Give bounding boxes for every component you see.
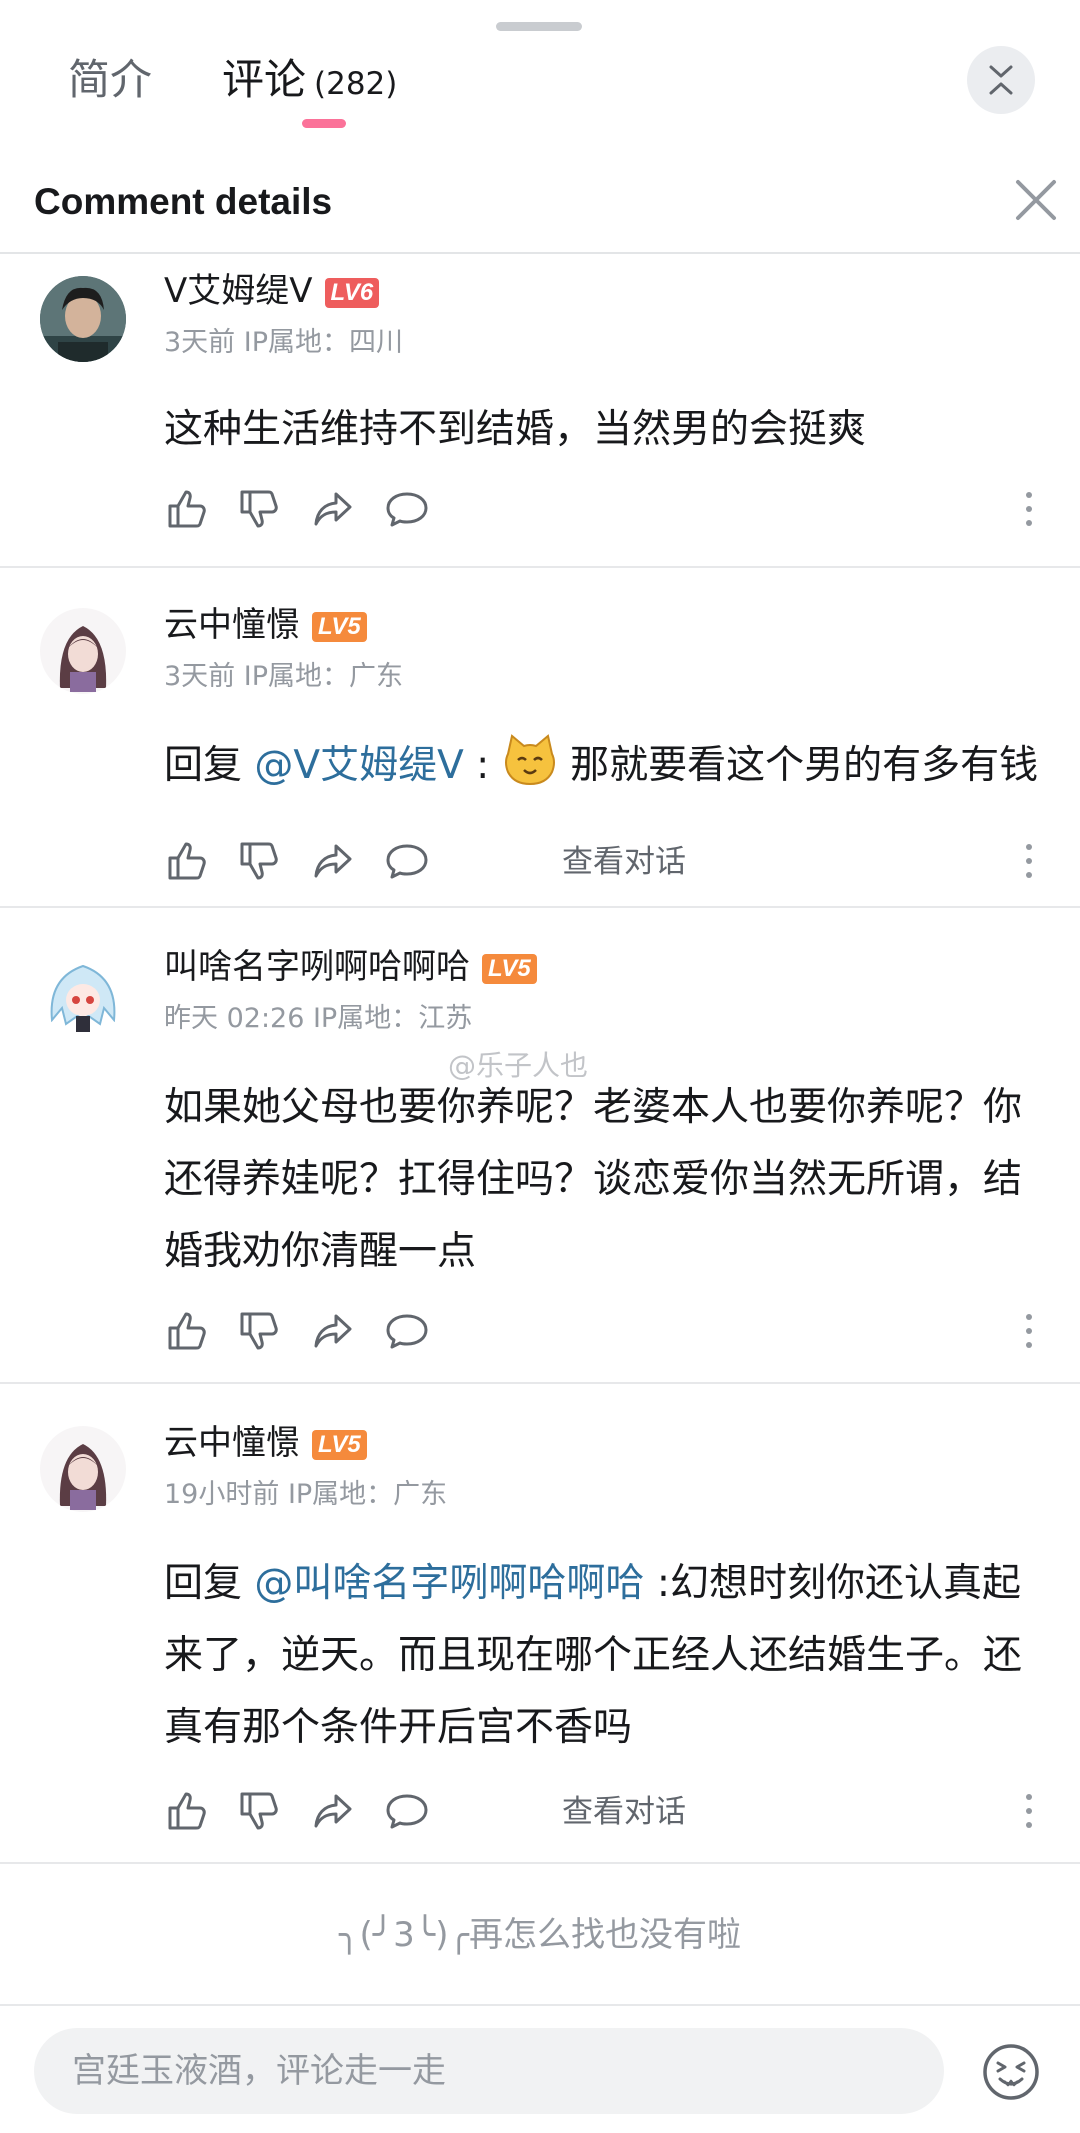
end-of-list-message: ╮(╯3╰)╭再怎么找也没有啦 [338,1915,742,1955]
avatar-image [40,276,126,362]
share-icon[interactable] [310,1308,356,1354]
comment-meta: 昨天 02:26 IP属地：江苏 [164,1003,473,1034]
share-icon[interactable] [310,1788,356,1834]
comment-item: V艾姆缇V LV6 3天前 IP属地：四川 这种生活维持不到结婚，当然男的会挺爽 [0,254,1080,568]
cat-emoji-icon [504,734,555,786]
tab-bar: 简介 评论 (282) [0,0,1080,150]
more-vertical-icon[interactable] [1014,838,1044,884]
comment-count: (282) [314,66,398,102]
comment-actions: 查看对话 [164,1788,1064,1838]
comment-actions: 查看对话 [164,838,1064,888]
reply-prefix: 回复 [164,1561,255,1606]
reply-text: 那就要看这个男的有多有钱 [570,743,1039,788]
avatar[interactable] [40,1426,126,1512]
view-conversation-link[interactable]: 查看对话 [562,840,686,884]
avatar-image [40,608,126,694]
comment-input-placeholder: 宫廷玉液酒，评论走一走 [72,2051,446,2091]
mention-link[interactable]: @V艾姆缇V [254,743,463,788]
reply-prefix: 回复 [164,743,255,788]
level-badge: LV6 [324,277,380,308]
comment-actions [164,486,1064,536]
watermark: @乐子人也 [448,1049,589,1082]
more-vertical-icon[interactable] [1014,1788,1044,1834]
more-vertical-icon[interactable] [1014,486,1044,532]
comment-bubble-icon[interactable] [384,1308,430,1354]
thumbs-up-icon[interactable] [164,1788,210,1834]
tab-comments-label: 评论 [222,55,307,104]
thumbs-up-icon[interactable] [164,486,210,532]
tab-comments[interactable]: 评论 (282) [222,52,397,112]
level-badge: LV5 [482,953,537,984]
username-text: 云中憧憬 [164,1423,300,1463]
comment-actions [164,1308,1064,1358]
tab-intro[interactable]: 简介 [68,52,152,108]
thumbs-up-icon[interactable] [164,838,210,884]
comment-sheet: 简介 评论 (282) Comment details V艾姆缇V LV6 3天… [0,0,1080,2133]
active-tab-indicator [302,119,346,128]
chevron-collapse-icon [989,65,1013,95]
username[interactable]: 云中憧憬 LV5 [164,1420,367,1466]
username-text: 叫啥名字咧啊哈啊哈 [164,947,470,987]
comment-text: 如果她父母也要你养呢？老婆本人也要你养呢？你还得养娃呢？扛得住吗？谈恋爱你当然无… [164,1085,1023,1274]
avatar[interactable] [40,276,126,362]
avatar[interactable] [40,608,126,694]
thumbs-down-icon[interactable] [236,838,282,884]
comment-meta: 3天前 IP属地：四川 [164,327,404,358]
thumbs-up-icon[interactable] [164,1308,210,1354]
comment-composer: 宫廷玉液酒，评论走一走 [0,2004,1080,2133]
close-icon[interactable] [1010,174,1062,226]
avatar-image [40,950,126,1036]
username[interactable]: 云中憧憬 LV5 [164,602,367,648]
view-conversation-link[interactable]: 查看对话 [562,1790,686,1834]
share-icon[interactable] [310,838,356,884]
comment-item: 云中憧憬 LV5 19小时前 IP属地：广东 回复 @叫啥名字咧啊哈啊哈 :幻想时… [0,1384,1080,1864]
thumbs-down-icon[interactable] [236,486,282,532]
page-title: Comment details [34,181,333,222]
comment-item: 叫啥名字咧啊哈啊哈 LV5 昨天 02:26 IP属地：江苏 如果她父母也要你养呢… [0,908,1080,1384]
comment-meta: 3天前 IP属地：广东 [164,661,404,692]
comment-bubble-icon[interactable] [384,838,430,884]
username[interactable]: V艾姆缇V LV6 [164,268,380,314]
comment-input[interactable]: 宫廷玉液酒，评论走一走 [34,2028,944,2114]
comment-text: 回复 @V艾姆缇V : 那就要看这个男的有多有钱 [164,730,1064,802]
thumbs-down-icon[interactable] [236,1308,282,1354]
level-badge: LV5 [312,611,367,642]
username-text: V艾姆缇V [164,271,313,311]
emoji-icon[interactable] [980,2041,1042,2103]
avatar[interactable] [40,950,126,1036]
comment-text: 回复 @叫啥名字咧啊哈啊哈 :幻想时刻你还认真起来了，逆天。而且现在哪个正经人还… [164,1548,1044,1764]
collapse-button[interactable] [967,46,1035,114]
avatar-image [40,1426,126,1512]
comment-text: 这种生活维持不到结婚，当然男的会挺爽 [164,407,867,452]
comment-bubble-icon[interactable] [384,1788,430,1834]
username-text: 云中憧憬 [164,605,300,645]
level-badge: LV5 [312,1429,367,1460]
share-icon[interactable] [310,486,356,532]
reply-colon: : [463,743,490,788]
comment-bubble-icon[interactable] [384,486,430,532]
more-vertical-icon[interactable] [1014,1308,1044,1354]
comment-meta: 19小时前 IP属地：广东 [164,1479,448,1510]
thumbs-down-icon[interactable] [236,1788,282,1834]
comment-details-header: Comment details [0,160,1080,254]
mention-link[interactable]: @叫啥名字咧啊哈啊哈 [254,1561,644,1606]
username[interactable]: 叫啥名字咧啊哈啊哈 LV5 [164,944,537,990]
comment-item: 云中憧憬 LV5 3天前 IP属地：广东 回复 @V艾姆缇V : 那就要看这个男的… [0,568,1080,908]
